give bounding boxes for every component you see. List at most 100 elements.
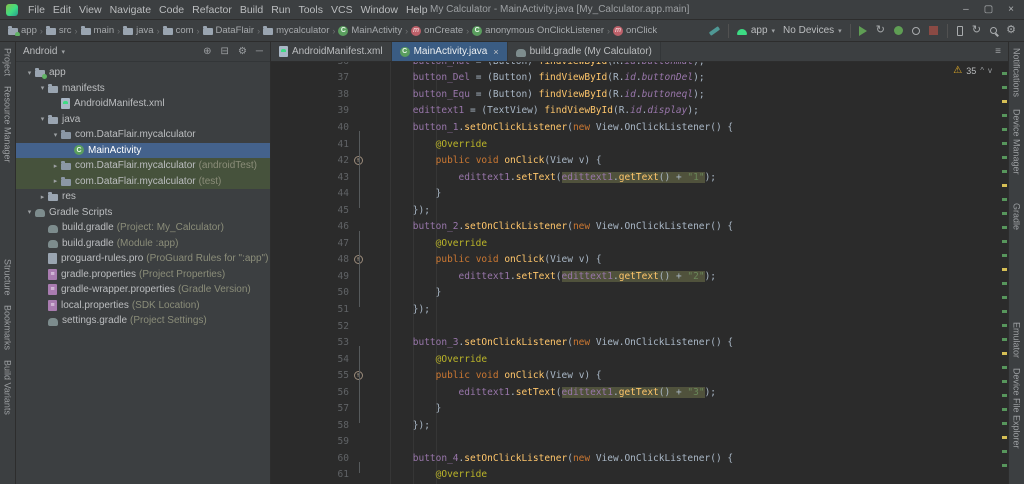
- tool-window-button-notifications[interactable]: Notifications: [1012, 48, 1022, 97]
- line-number[interactable]: 37: [271, 72, 349, 83]
- error-stripe-mark[interactable]: [1002, 324, 1007, 327]
- error-stripe-mark[interactable]: [1002, 282, 1007, 285]
- error-stripe-mark[interactable]: [1002, 86, 1007, 89]
- settings-button-icon[interactable]: ⚙: [1006, 25, 1016, 36]
- breadcrumb-onclick[interactable]: monClick: [613, 25, 657, 36]
- locate-file-icon[interactable]: ⊕: [203, 46, 211, 57]
- tree-item-java[interactable]: ▾java: [16, 112, 270, 128]
- line-number[interactable]: 36: [271, 62, 349, 67]
- menu-view[interactable]: View: [75, 4, 106, 16]
- menu-window[interactable]: Window: [357, 4, 402, 16]
- line-number[interactable]: 59: [271, 436, 349, 447]
- chevron-right-icon[interactable]: ▸: [50, 162, 61, 170]
- stop-button-icon[interactable]: [929, 26, 938, 35]
- sync-project-button-icon[interactable]: ↻: [972, 25, 981, 36]
- error-stripe-mark[interactable]: [1002, 100, 1007, 103]
- chevron-down-icon[interactable]: ▾: [24, 208, 35, 216]
- code-editor[interactable]: 36 button_Mul = (Button) findViewById(R.…: [271, 62, 1008, 484]
- hide-panel-icon[interactable]: ─: [256, 46, 263, 57]
- chevron-down-icon[interactable]: ▾: [37, 84, 48, 92]
- apply-changes-button-icon[interactable]: ↻: [876, 25, 885, 36]
- tool-window-button-resource-manager[interactable]: Resource Manager: [3, 86, 13, 163]
- tree-item-com-dataflair-mycalculator-test[interactable]: ▸com.DataFlair.mycalculator(test): [16, 174, 270, 190]
- line-number[interactable]: 55: [271, 370, 349, 381]
- tree-item-build-gradle-project-my-calculator[interactable]: build.gradle(Project: My_Calculator): [16, 220, 270, 236]
- tree-item-androidmanifest-xml[interactable]: AndroidManifest.xml: [16, 96, 270, 112]
- error-stripe-mark[interactable]: [1002, 380, 1007, 383]
- line-number[interactable]: 40: [271, 122, 349, 133]
- error-stripe-mark[interactable]: [1002, 114, 1007, 117]
- chevron-right-icon[interactable]: ▸: [37, 193, 48, 201]
- breadcrumb-mainactivity[interactable]: CMainActivity: [338, 25, 402, 36]
- line-number[interactable]: 51: [271, 304, 349, 315]
- close-icon[interactable]: ×: [1008, 4, 1014, 15]
- tool-window-button-project[interactable]: Project: [3, 48, 13, 76]
- menu-run[interactable]: Run: [267, 4, 294, 16]
- menu-navigate[interactable]: Navigate: [106, 4, 155, 16]
- breadcrumb-app[interactable]: app: [8, 25, 37, 36]
- tab-androidmanifest-xml[interactable]: AndroidManifest.xml: [271, 42, 392, 61]
- error-stripe-mark[interactable]: [1002, 226, 1007, 229]
- tree-item-settings-gradle-project-settings[interactable]: settings.gradle(Project Settings): [16, 313, 270, 329]
- line-number[interactable]: 53: [271, 337, 349, 348]
- error-stripe-mark[interactable]: [1002, 170, 1007, 173]
- device-selector[interactable]: No Devices ▾: [783, 25, 842, 36]
- tool-window-button-emulator[interactable]: Emulator: [1012, 322, 1022, 358]
- tool-window-button-gradle[interactable]: Gradle: [1012, 203, 1022, 230]
- error-stripe-mark[interactable]: [1002, 408, 1007, 411]
- tree-item-manifests[interactable]: ▾manifests: [16, 81, 270, 97]
- tab-build-gradle-my-calculator[interactable]: build.gradle (My Calculator): [508, 42, 661, 61]
- breadcrumb-oncreate[interactable]: monCreate: [411, 25, 463, 36]
- tree-item-com-dataflair-mycalculator[interactable]: ▾com.DataFlair.mycalculator: [16, 127, 270, 143]
- menu-tools[interactable]: Tools: [294, 4, 327, 16]
- run-config-selector[interactable]: app ▾: [737, 25, 775, 36]
- error-stripe-mark[interactable]: [1002, 142, 1007, 145]
- override-method-icon[interactable]: ↑: [354, 156, 363, 165]
- menu-code[interactable]: Code: [155, 4, 188, 16]
- error-stripe-mark[interactable]: [1002, 422, 1007, 425]
- prev-warning-icon[interactable]: ^: [980, 66, 984, 75]
- line-number[interactable]: 45: [271, 205, 349, 216]
- tree-item-res[interactable]: ▸res: [16, 189, 270, 205]
- line-number[interactable]: 39: [271, 105, 349, 116]
- tool-window-button-build-variants[interactable]: Build Variants: [3, 360, 13, 415]
- chevron-down-icon[interactable]: ▾: [24, 69, 35, 77]
- tool-window-button-device-manager[interactable]: Device Manager: [1012, 109, 1022, 175]
- search-everywhere-button-icon[interactable]: [990, 27, 997, 34]
- breadcrumb-mycalculator[interactable]: mycalculator: [263, 25, 329, 36]
- line-number[interactable]: 38: [271, 89, 349, 100]
- tree-item-mainactivity[interactable]: CMainActivity: [16, 143, 270, 159]
- error-stripe-mark[interactable]: [1002, 72, 1007, 75]
- tree-item-gradle-properties-project-properties[interactable]: ≡gradle.properties(Project Properties): [16, 267, 270, 283]
- line-number[interactable]: 57: [271, 403, 349, 414]
- error-stripe-mark[interactable]: [1002, 352, 1007, 355]
- error-stripe-mark[interactable]: [1002, 184, 1007, 187]
- line-number[interactable]: 58: [271, 420, 349, 431]
- inspections-widget[interactable]: ⚠ 35 ^ v: [953, 65, 992, 76]
- run-button-icon[interactable]: [859, 26, 867, 36]
- breadcrumb-anonymous-onclicklistener[interactable]: Canonymous OnClickListener: [472, 25, 604, 36]
- breadcrumb-java[interactable]: java: [123, 25, 153, 36]
- breadcrumb-main[interactable]: main: [81, 25, 115, 36]
- breadcrumb-dataflair[interactable]: DataFlair: [203, 25, 255, 36]
- build-hammer-icon[interactable]: [709, 26, 720, 36]
- menu-refactor[interactable]: Refactor: [188, 4, 236, 16]
- error-stripe-mark[interactable]: [1002, 198, 1007, 201]
- panel-settings-icon[interactable]: ⚙: [238, 46, 247, 57]
- error-stripe-mark[interactable]: [1002, 240, 1007, 243]
- menu-vcs[interactable]: VCS: [327, 4, 357, 16]
- tree-item-com-dataflair-mycalculator-androidtest[interactable]: ▸com.DataFlair.mycalculator(androidTest): [16, 158, 270, 174]
- tree-item-gradle-wrapper-properties-gradle-version[interactable]: ≡gradle-wrapper.properties(Gradle Versio…: [16, 282, 270, 298]
- project-view-selector[interactable]: Android ▾: [23, 46, 65, 57]
- maximize-icon[interactable]: ▢: [984, 4, 993, 15]
- error-stripe[interactable]: [1000, 62, 1008, 484]
- line-number[interactable]: 47: [271, 238, 349, 249]
- error-stripe-mark[interactable]: [1002, 156, 1007, 159]
- chevron-down-icon[interactable]: ▾: [37, 115, 48, 123]
- breadcrumb-com[interactable]: com: [163, 25, 194, 36]
- error-stripe-mark[interactable]: [1002, 128, 1007, 131]
- tree-item-gradle-scripts[interactable]: ▾Gradle Scripts: [16, 205, 270, 221]
- error-stripe-mark[interactable]: [1002, 338, 1007, 341]
- line-number[interactable]: 50: [271, 287, 349, 298]
- close-tab-icon[interactable]: ×: [493, 47, 498, 57]
